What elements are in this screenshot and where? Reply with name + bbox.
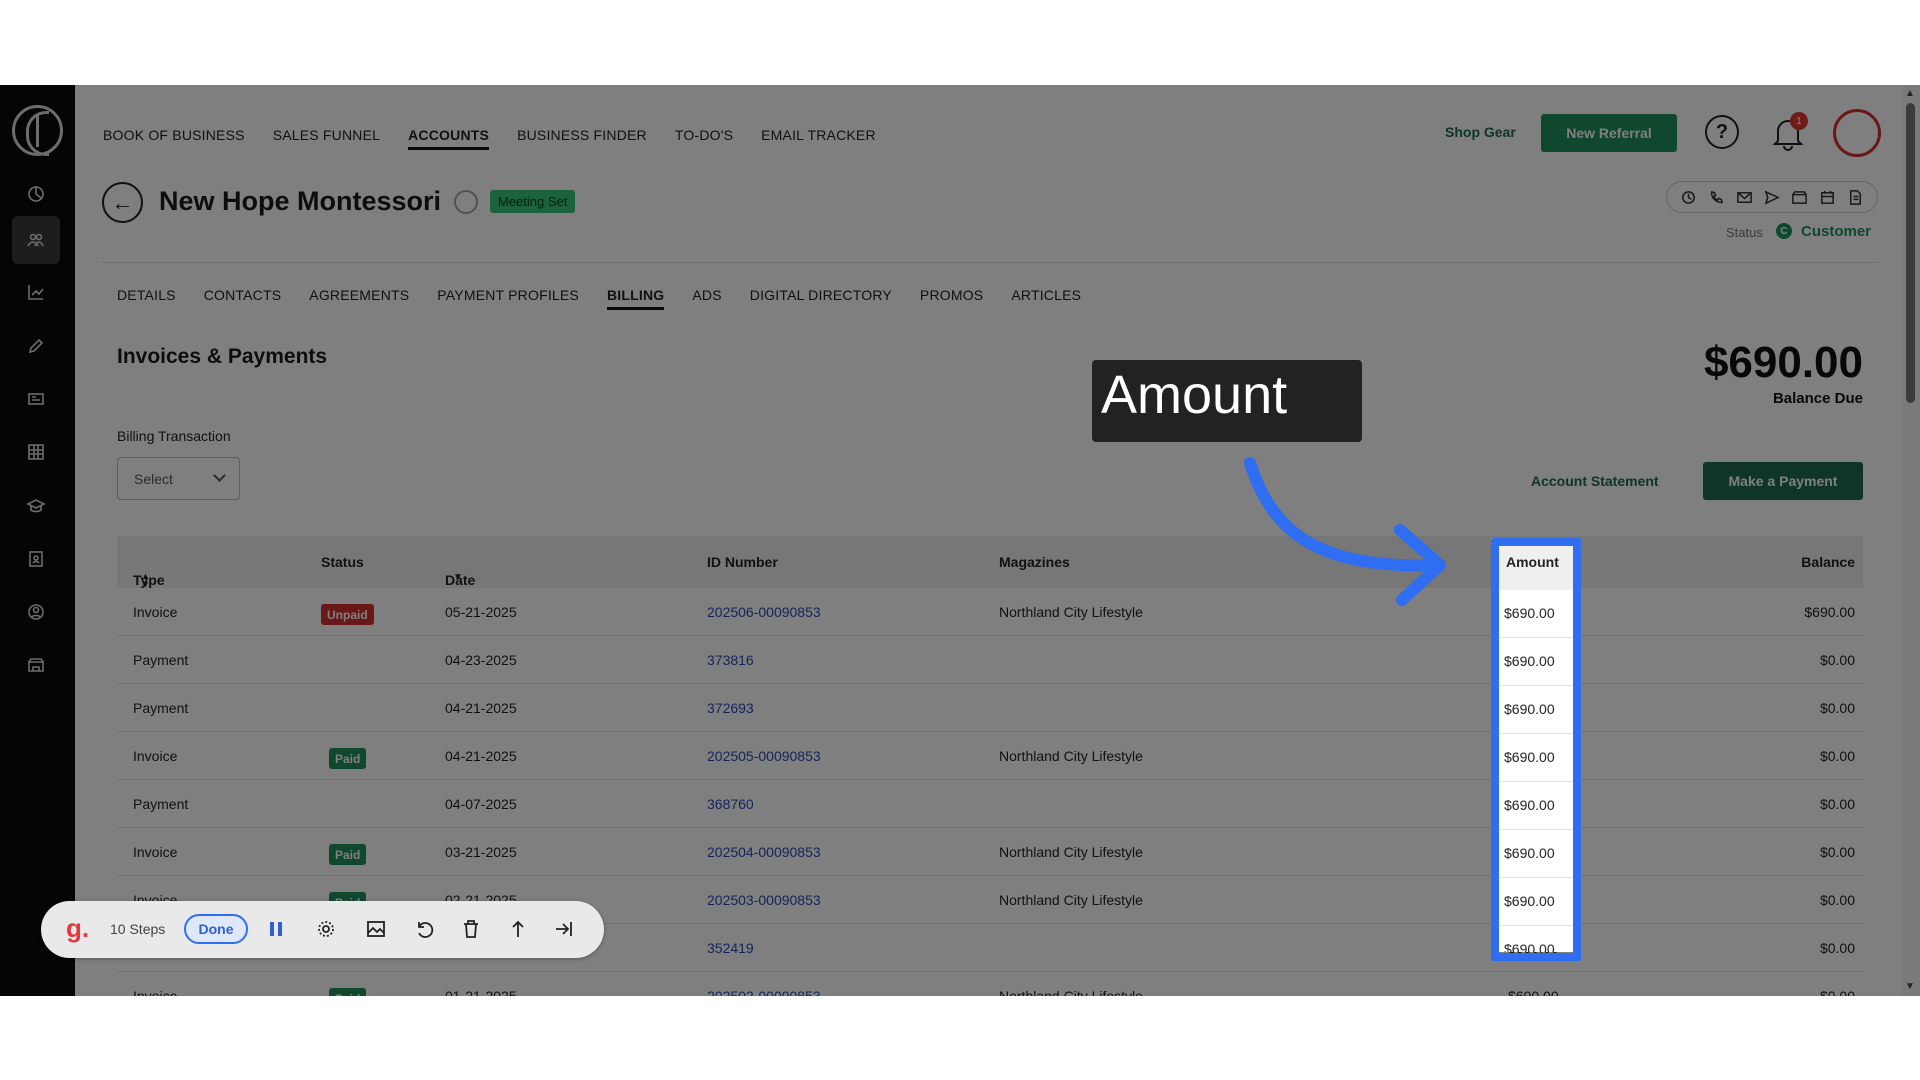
highlight-border	[1491, 538, 1581, 961]
undo-button[interactable]	[411, 916, 437, 942]
image-icon	[367, 921, 385, 937]
skip-button[interactable]	[551, 916, 577, 942]
blur-button[interactable]	[313, 916, 339, 942]
delete-button[interactable]	[458, 916, 484, 942]
undo-icon	[418, 922, 434, 938]
callout-label: Amount	[1092, 360, 1362, 442]
blur-icon	[318, 921, 334, 937]
recorder-toolbar: g. 10 Steps Done	[41, 901, 604, 958]
app-stage: BOOK OF BUSINESS SALES FUNNEL ACCOUNTS B…	[0, 85, 1920, 996]
pause-icon	[270, 922, 282, 936]
skip-to-end-icon	[556, 922, 572, 936]
recorder-logo: g.	[66, 913, 90, 943]
pause-button[interactable]	[263, 916, 289, 942]
callout-arrow-icon	[1244, 457, 1446, 606]
upload-button[interactable]	[505, 916, 531, 942]
done-button[interactable]: Done	[184, 914, 248, 944]
screenshot-button[interactable]	[363, 916, 389, 942]
trash-icon	[464, 920, 478, 938]
dim-overlay	[0, 85, 1920, 996]
arrow-up-icon	[512, 920, 524, 937]
step-count: 10 Steps	[110, 921, 166, 937]
